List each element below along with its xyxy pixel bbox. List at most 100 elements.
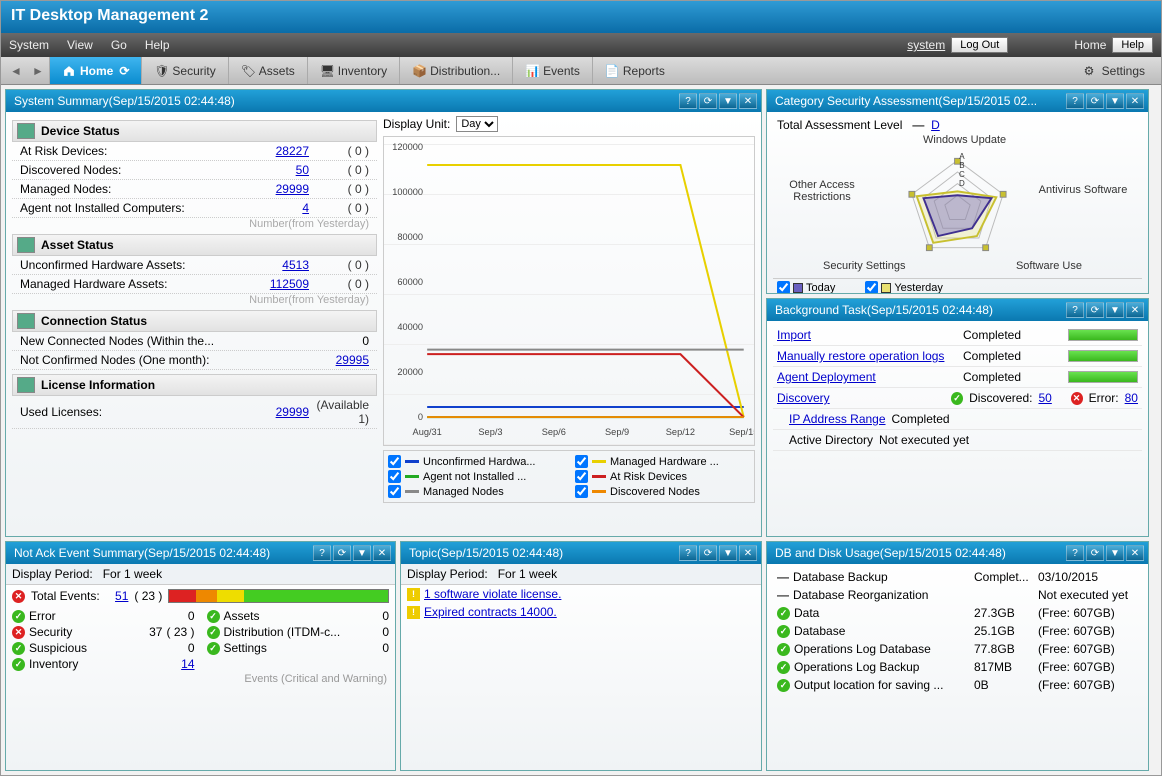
legend-item[interactable]: Unconfirmed Hardwa... bbox=[388, 455, 563, 468]
legend-checkbox[interactable] bbox=[388, 485, 401, 498]
tab-assets[interactable]: 🏷 Assets bbox=[228, 57, 307, 84]
value-link[interactable]: 29995 bbox=[309, 353, 369, 367]
dash-icon: — bbox=[777, 588, 789, 602]
ok-icon: ✓ bbox=[207, 626, 220, 639]
tab-distribution[interactable]: 📦 Distribution... bbox=[399, 57, 512, 84]
panel-close-icon[interactable]: ✕ bbox=[1126, 545, 1144, 561]
tab-events[interactable]: 📊 Events bbox=[512, 57, 592, 84]
ok-icon: ✓ bbox=[12, 642, 25, 655]
panel-close-icon[interactable]: ✕ bbox=[739, 93, 757, 109]
task-name-link[interactable]: Import bbox=[777, 328, 957, 342]
tab-reports[interactable]: 📄 Reports bbox=[592, 57, 677, 84]
system-summary-chart: Display Unit: Day 0200004000060000800001… bbox=[383, 116, 755, 532]
menu-system[interactable]: System bbox=[9, 38, 49, 52]
legend-item[interactable]: Managed Hardware ... bbox=[575, 455, 750, 468]
panel-help-icon[interactable]: ? bbox=[1066, 302, 1084, 318]
value-link[interactable]: 28227 bbox=[249, 144, 309, 158]
panel-dropdown-icon[interactable]: ▼ bbox=[719, 93, 737, 109]
legend-swatch bbox=[405, 460, 419, 463]
error-count-link[interactable]: 80 bbox=[1125, 391, 1138, 405]
section-asset-status: Asset Status bbox=[12, 234, 377, 256]
menu-help[interactable]: Help bbox=[145, 38, 170, 52]
discovered-count-link[interactable]: 50 bbox=[1038, 391, 1051, 405]
panel-close-icon[interactable]: ✕ bbox=[739, 545, 757, 561]
task-name-link[interactable]: IP Address Range bbox=[789, 412, 886, 426]
total-assessment-link[interactable]: D bbox=[931, 118, 940, 132]
chart-legend: Unconfirmed Hardwa... Managed Hardware ..… bbox=[383, 450, 755, 503]
panel-dropdown-icon[interactable]: ▼ bbox=[1106, 93, 1124, 109]
value-link[interactable]: 4513 bbox=[249, 258, 309, 272]
value-link[interactable]: 50 bbox=[249, 163, 309, 177]
topic-link[interactable]: 1 software violate license. bbox=[424, 587, 561, 601]
legend-item[interactable]: Managed Nodes bbox=[388, 485, 563, 498]
panel-refresh-icon[interactable]: ⟳ bbox=[1086, 545, 1104, 561]
value-link[interactable]: 29999 bbox=[249, 405, 309, 419]
ok-icon: ✓ bbox=[207, 642, 220, 655]
panel-refresh-icon[interactable]: ⟳ bbox=[1086, 93, 1104, 109]
menu-home[interactable]: Home bbox=[1074, 38, 1106, 52]
kv-row: Not Confirmed Nodes (One month):29995 bbox=[12, 351, 377, 370]
topic-link[interactable]: Expired contracts 14000. bbox=[424, 605, 557, 619]
db-row: —Database ReorganizationNot executed yet bbox=[773, 586, 1142, 604]
tab-settings[interactable]: ⚙ Settings bbox=[1072, 57, 1157, 84]
value-link[interactable]: 29999 bbox=[249, 182, 309, 196]
panel-refresh-icon[interactable]: ⟳ bbox=[699, 545, 717, 561]
legend-swatch bbox=[592, 475, 606, 478]
panel-dropdown-icon[interactable]: ▼ bbox=[1106, 302, 1124, 318]
topic-item: !Expired contracts 14000. bbox=[401, 603, 761, 621]
system-link[interactable]: system bbox=[907, 38, 945, 52]
back-arrow-icon[interactable]: ◄ bbox=[5, 57, 27, 84]
legend-checkbox[interactable] bbox=[575, 455, 588, 468]
package-icon: 📦 bbox=[412, 64, 426, 78]
refresh-icon[interactable]: ⟳ bbox=[119, 64, 129, 78]
value-link[interactable]: 112509 bbox=[249, 277, 309, 291]
panel-help-icon[interactable]: ? bbox=[679, 545, 697, 561]
value-link[interactable]: 4 bbox=[249, 201, 309, 215]
legend-checkbox[interactable] bbox=[575, 485, 588, 498]
display-unit-select[interactable]: Day bbox=[456, 116, 498, 132]
kv-row: New Connected Nodes (Within the...0 bbox=[12, 332, 377, 351]
panel-dropdown-icon[interactable]: ▼ bbox=[719, 545, 737, 561]
device-status-icon bbox=[17, 123, 35, 139]
total-events-link[interactable]: 51 bbox=[115, 589, 128, 603]
panel-help-icon[interactable]: ? bbox=[679, 93, 697, 109]
panel-close-icon[interactable]: ✕ bbox=[373, 545, 391, 561]
task-name-link[interactable]: Agent Deployment bbox=[777, 370, 957, 384]
legend-checkbox[interactable] bbox=[388, 470, 401, 483]
logout-button[interactable]: Log Out bbox=[951, 37, 1008, 53]
panel-dropdown-icon[interactable]: ▼ bbox=[1106, 545, 1124, 561]
legend-item[interactable]: At Risk Devices bbox=[575, 470, 750, 483]
panel-close-icon[interactable]: ✕ bbox=[1126, 93, 1144, 109]
legend-item[interactable]: Agent not Installed ... bbox=[388, 470, 563, 483]
panel-refresh-icon[interactable]: ⟳ bbox=[1086, 302, 1104, 318]
err-icon: ✕ bbox=[12, 626, 25, 639]
kv-row: Unconfirmed Hardware Assets:4513( 0 ) bbox=[12, 256, 377, 275]
line-chart: 020000400006000080000100000120000Aug/31S… bbox=[383, 136, 755, 446]
forward-arrow-icon[interactable]: ► bbox=[27, 57, 49, 84]
radar-yesterday-checkbox[interactable]: Yesterday bbox=[865, 281, 943, 293]
event-item: ✓Inventory14 bbox=[12, 657, 195, 671]
legend-checkbox[interactable] bbox=[388, 455, 401, 468]
section-license-info: License Information bbox=[12, 374, 377, 396]
radar-today-checkbox[interactable]: Today bbox=[777, 281, 835, 293]
help-button[interactable]: Help bbox=[1112, 37, 1153, 53]
task-name-link[interactable]: Discovery bbox=[777, 391, 945, 405]
panel-close-icon[interactable]: ✕ bbox=[1126, 302, 1144, 318]
panel-help-icon[interactable]: ? bbox=[1066, 93, 1084, 109]
menu-go[interactable]: Go bbox=[111, 38, 127, 52]
panel-help-icon[interactable]: ? bbox=[313, 545, 331, 561]
event-value-link[interactable]: 14 bbox=[181, 657, 194, 671]
task-name-link[interactable]: Manually restore operation logs bbox=[777, 349, 957, 363]
tab-inventory[interactable]: 🖥 Inventory bbox=[307, 57, 399, 84]
panel-refresh-icon[interactable]: ⟳ bbox=[699, 93, 717, 109]
tab-home[interactable]: Home ⟳ bbox=[49, 57, 141, 84]
menu-view[interactable]: View bbox=[67, 38, 93, 52]
legend-checkbox[interactable] bbox=[575, 470, 588, 483]
panel-dropdown-icon[interactable]: ▼ bbox=[353, 545, 371, 561]
progress-bar bbox=[1068, 350, 1138, 362]
tab-security[interactable]: 🛡 Security bbox=[141, 57, 227, 84]
svg-text:Sep/15: Sep/15 bbox=[729, 427, 754, 437]
panel-refresh-icon[interactable]: ⟳ bbox=[333, 545, 351, 561]
legend-item[interactable]: Discovered Nodes bbox=[575, 485, 750, 498]
panel-help-icon[interactable]: ? bbox=[1066, 545, 1084, 561]
